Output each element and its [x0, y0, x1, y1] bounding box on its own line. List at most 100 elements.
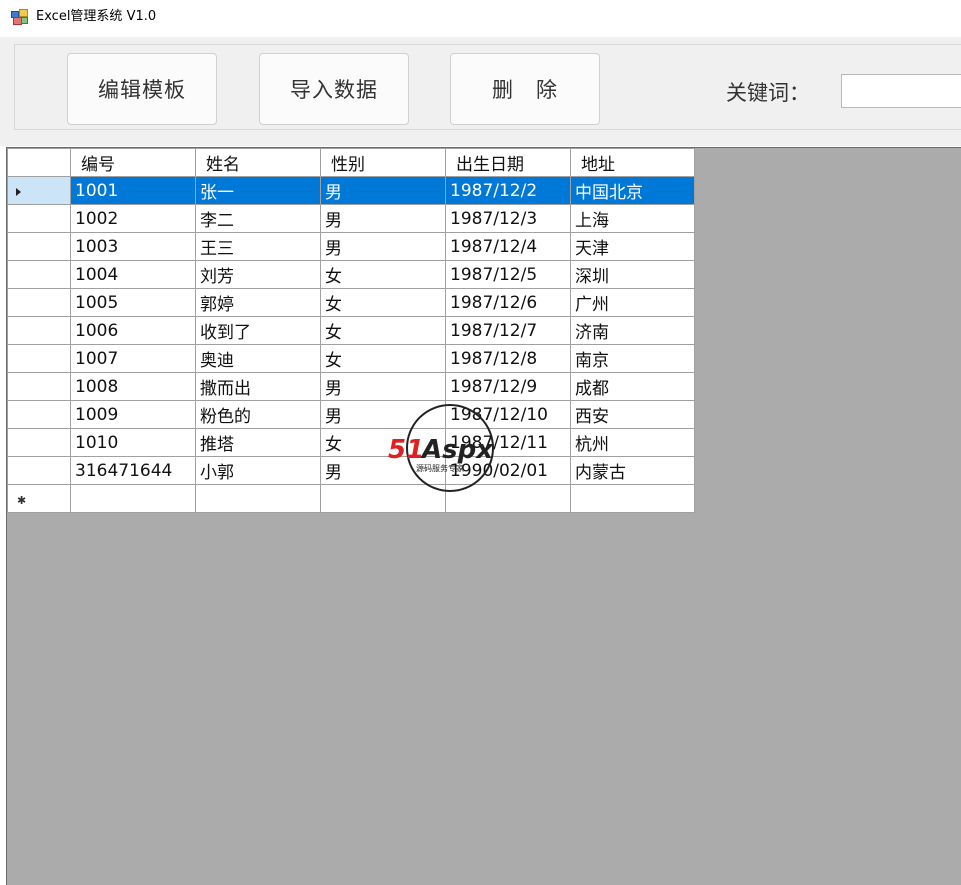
grid-body: 1001 张一男 1987/12/2 中国北京 1002 李二男 1987/12/3 上海 10…	[7, 176, 695, 513]
cell-id[interactable]: 1005	[70, 288, 196, 317]
new-row-cell[interactable]	[570, 484, 695, 513]
cell-name[interactable]: 刘芳	[195, 260, 321, 289]
cell-birth[interactable]: 1987/12/8	[445, 344, 571, 373]
cell-name[interactable]: 小郭	[195, 456, 321, 485]
cell-id[interactable]: 1008	[70, 372, 196, 401]
table-row[interactable]: 1008 撒而出男 1987/12/9 成都	[7, 372, 695, 401]
table-row[interactable]: 1002 李二男 1987/12/3 上海	[7, 204, 695, 233]
table-row[interactable]: 1006 收到了女 1987/12/7 济南	[7, 316, 695, 345]
cell-id[interactable]: 1004	[70, 260, 196, 289]
cell-birth[interactable]: 1987/12/3	[445, 204, 571, 233]
cell-gender[interactable]: 男	[320, 176, 446, 205]
app-window: Excel管理系统 V1.0 编辑模板 导入数据 删 除 关键词： 编号 姓名	[0, 0, 961, 885]
edit-template-button[interactable]: 编辑模板	[67, 53, 217, 125]
cell-id[interactable]: 1010	[70, 428, 196, 457]
cell-gender[interactable]: 女	[320, 316, 446, 345]
row-header[interactable]	[7, 400, 71, 429]
cell-name[interactable]: 奥迪	[195, 344, 321, 373]
cell-address[interactable]: 上海	[570, 204, 695, 233]
table-row[interactable]: 1003 王三男 1987/12/4 天津	[7, 232, 695, 261]
cell-address[interactable]: 天津	[570, 232, 695, 261]
table-row[interactable]: 1001 张一男 1987/12/2 中国北京	[7, 176, 695, 205]
svg-text:51: 51	[388, 435, 424, 465]
cell-birth[interactable]: 1987/12/2	[445, 176, 571, 205]
cell-address[interactable]: 成都	[570, 372, 695, 401]
cell-id[interactable]: 1001	[70, 176, 196, 205]
cell-birth[interactable]: 1987/12/5	[445, 260, 571, 289]
cell-address[interactable]: 内蒙古	[570, 456, 695, 485]
cell-address[interactable]: 杭州	[570, 428, 695, 457]
cell-gender[interactable]: 女	[320, 344, 446, 373]
column-header-gender[interactable]: 性别	[320, 148, 446, 177]
cell-id[interactable]: 1003	[70, 232, 196, 261]
cell-name[interactable]: 张一	[195, 176, 321, 205]
delete-button[interactable]: 删 除	[450, 53, 600, 125]
cell-name[interactable]: 李二	[195, 204, 321, 233]
cell-id[interactable]: 1002	[70, 204, 196, 233]
cell-birth[interactable]: 1987/12/9	[445, 372, 571, 401]
column-header-id[interactable]: 编号	[70, 148, 196, 177]
table-row[interactable]: 1005 郭婷女 1987/12/6 广州	[7, 288, 695, 317]
cell-id[interactable]: 1006	[70, 316, 196, 345]
row-header[interactable]	[7, 260, 71, 289]
import-data-button[interactable]: 导入数据	[259, 53, 409, 125]
data-grid-view[interactable]: 编号 姓名 性别 出生日期 地址 1001 张一男 1987/12/2 中国北京 100…	[6, 147, 961, 885]
row-header[interactable]: ✱	[7, 484, 71, 513]
row-header[interactable]	[7, 456, 71, 485]
cell-name[interactable]: 郭婷	[195, 288, 321, 317]
new-row-cell[interactable]	[70, 484, 196, 513]
row-header[interactable]	[7, 372, 71, 401]
cell-name[interactable]: 推塔	[195, 428, 321, 457]
cell-gender[interactable]: 男	[320, 204, 446, 233]
new-row-cell[interactable]	[195, 484, 321, 513]
cell-gender[interactable]: 男	[320, 372, 446, 401]
keyword-input[interactable]	[841, 74, 961, 108]
row-header[interactable]	[7, 204, 71, 233]
cell-id[interactable]: 1009	[70, 400, 196, 429]
cell-gender[interactable]: 女	[320, 260, 446, 289]
table-row[interactable]: 1009 粉色的男 1987/12/10 西安	[7, 400, 695, 429]
column-header-birth[interactable]: 出生日期	[445, 148, 571, 177]
cell-name[interactable]: 收到了	[195, 316, 321, 345]
cell-address[interactable]: 广州	[570, 288, 695, 317]
svg-text:源码服务专家: 源码服务专家	[416, 463, 464, 473]
watermark-logo: 51 Aspx 源码服务专家	[388, 404, 494, 492]
row-header[interactable]	[7, 232, 71, 261]
table-row[interactable]: 1007 奥迪女 1987/12/8 南京	[7, 344, 695, 373]
data-grid-table: 编号 姓名 性别 出生日期 地址 1001 张一男 1987/12/2 中国北京 100…	[7, 148, 695, 513]
app-window-icon	[11, 9, 28, 25]
cell-address[interactable]: 南京	[570, 344, 695, 373]
new-row-star-icon: ✱	[17, 493, 27, 507]
toolbar-panel: 编辑模板 导入数据 删 除 关键词：	[0, 37, 961, 146]
cell-name[interactable]: 撒而出	[195, 372, 321, 401]
cell-gender[interactable]: 女	[320, 288, 446, 317]
grid-corner-header[interactable]	[7, 148, 71, 177]
row-header[interactable]	[7, 176, 71, 205]
cell-address[interactable]: 济南	[570, 316, 695, 345]
cell-gender[interactable]: 男	[320, 232, 446, 261]
row-header[interactable]	[7, 316, 71, 345]
window-title: Excel管理系统 V1.0	[36, 9, 157, 24]
cell-address[interactable]: 深圳	[570, 260, 695, 289]
cell-name[interactable]: 粉色的	[195, 400, 321, 429]
row-header[interactable]	[7, 344, 71, 373]
cell-id[interactable]: 1007	[70, 344, 196, 373]
table-row[interactable]: 1010 推塔女 1987/12/11 杭州	[7, 428, 695, 457]
cell-address[interactable]: 中国北京	[570, 176, 695, 205]
cell-birth[interactable]: 1987/12/7	[445, 316, 571, 345]
table-row[interactable]: 316471644 小郭男 1990/02/01 内蒙古	[7, 456, 695, 485]
grid-header-row: 编号 姓名 性别 出生日期 地址	[7, 148, 695, 177]
cell-birth[interactable]: 1987/12/6	[445, 288, 571, 317]
keyword-label: 关键词：	[726, 81, 810, 105]
column-header-address[interactable]: 地址	[570, 148, 695, 177]
cell-birth[interactable]: 1987/12/4	[445, 232, 571, 261]
cell-address[interactable]: 西安	[570, 400, 695, 429]
row-header[interactable]	[7, 428, 71, 457]
column-header-name[interactable]: 姓名	[195, 148, 321, 177]
row-header[interactable]	[7, 288, 71, 317]
current-row-arrow-icon	[16, 187, 21, 196]
table-row[interactable]: 1004 刘芳女 1987/12/5 深圳	[7, 260, 695, 289]
cell-name[interactable]: 王三	[195, 232, 321, 261]
cell-id[interactable]: 316471644	[70, 456, 196, 485]
new-row[interactable]: ✱	[7, 484, 695, 513]
